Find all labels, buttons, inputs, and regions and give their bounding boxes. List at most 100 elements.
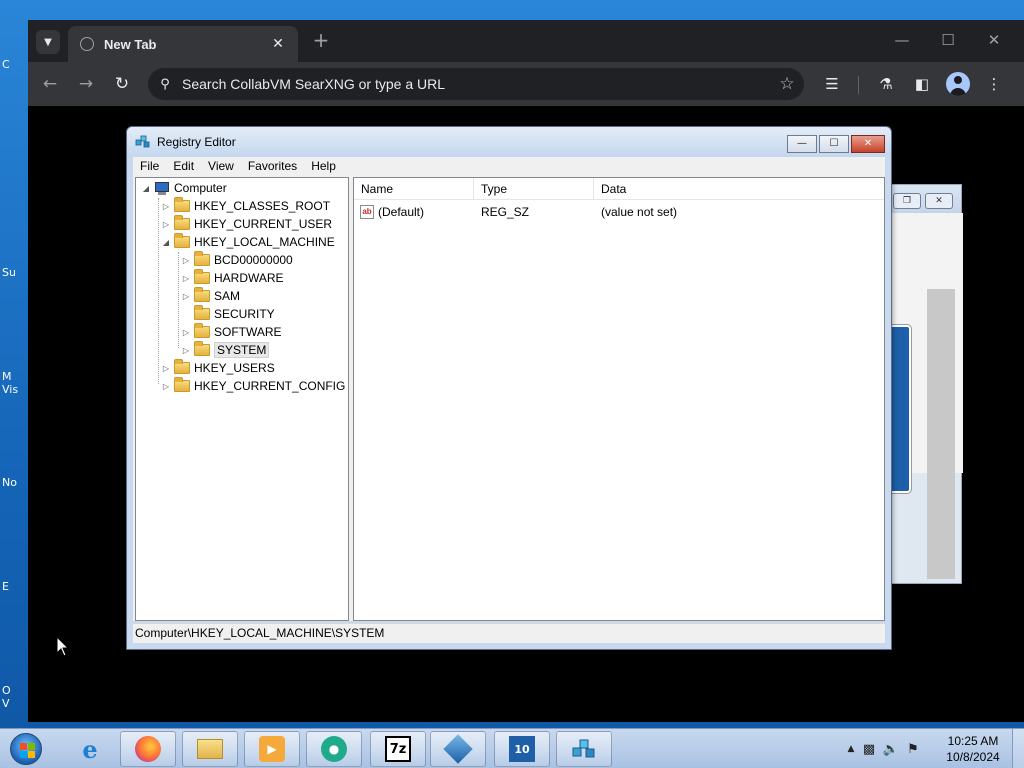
- desktop-icon-partial[interactable]: E: [2, 580, 22, 593]
- window-close-button[interactable]: ✕: [974, 28, 1014, 54]
- show-hidden-icons-icon[interactable]: ▲: [844, 744, 858, 754]
- taskbar-registry-editor[interactable]: [556, 731, 612, 767]
- column-header-name[interactable]: Name: [354, 178, 474, 199]
- column-header-data[interactable]: Data: [594, 178, 884, 199]
- new-tab-button[interactable]: +: [310, 30, 332, 52]
- tree-node-security[interactable]: SECURITY: [180, 305, 275, 323]
- clock-date: 10/8/2024: [946, 750, 1000, 764]
- tree-node-hku[interactable]: ▷ HKEY_USERS: [160, 359, 275, 377]
- tree-node-label: HARDWARE: [214, 271, 284, 285]
- forward-button[interactable]: →: [72, 70, 100, 98]
- action-center-flag-icon[interactable]: ⚑: [902, 742, 924, 757]
- expand-arrow-icon[interactable]: ▷: [180, 274, 192, 283]
- expand-arrow-icon[interactable]: ▷: [160, 364, 172, 373]
- desktop-icon-partial[interactable]: Su: [2, 266, 22, 279]
- close-icon[interactable]: ✕: [925, 193, 953, 209]
- volume-muted-icon[interactable]: 🔈: [880, 742, 902, 757]
- tree-node-label-selected: SYSTEM: [214, 342, 270, 358]
- taskbar-internet-explorer[interactable]: e: [62, 731, 118, 767]
- scrollbar[interactable]: [927, 289, 955, 579]
- column-header-type[interactable]: Type: [474, 178, 594, 199]
- restore-icon[interactable]: ❐: [893, 193, 921, 209]
- value-name: (Default): [378, 205, 425, 219]
- extensions-icon[interactable]: ☰: [820, 72, 844, 96]
- minimize-button[interactable]: —: [787, 135, 817, 153]
- menu-file[interactable]: File: [133, 159, 166, 173]
- bookmark-star-icon[interactable]: ☆: [770, 74, 804, 94]
- folder-icon: [174, 197, 190, 212]
- omnibox[interactable]: ⚲ Search CollabVM SearXNG or type a URL …: [148, 68, 804, 100]
- taskbar-media-player[interactable]: ▶: [244, 731, 300, 767]
- labs-flask-icon[interactable]: ⚗: [874, 72, 898, 96]
- menu-kebab-icon[interactable]: ⋮: [982, 72, 1006, 96]
- registry-editor-icon: [571, 736, 597, 762]
- taskbar-virtualbox[interactable]: [430, 731, 486, 767]
- collapse-arrow-icon[interactable]: ◢: [140, 184, 152, 193]
- menu-edit[interactable]: Edit: [166, 159, 201, 173]
- tree-node-hkcu[interactable]: ▷ HKEY_CURRENT_USER: [160, 215, 332, 233]
- maximize-button[interactable]: ☐: [928, 28, 968, 54]
- taskbar-clock[interactable]: 10:25 AM 10/8/2024: [938, 733, 1008, 765]
- tree-node-hkcr[interactable]: ▷ HKEY_CLASSES_ROOT: [160, 197, 330, 215]
- taskbar-firefox[interactable]: [120, 731, 176, 767]
- profile-avatar[interactable]: [946, 72, 970, 96]
- back-button[interactable]: ←: [36, 70, 64, 98]
- tree-node-computer[interactable]: ◢ Computer: [140, 179, 227, 197]
- folder-icon: [174, 233, 190, 248]
- list-item[interactable]: ab (Default) REG_SZ (value not set): [354, 202, 884, 222]
- start-button[interactable]: [6, 731, 46, 767]
- tree-node-bcd[interactable]: ▷ BCD00000000: [180, 251, 293, 269]
- network-icon[interactable]: ▩: [858, 742, 880, 757]
- close-icon[interactable]: ✕: [268, 36, 288, 52]
- taskbar-7zip[interactable]: 7z: [370, 731, 426, 767]
- menu-favorites[interactable]: Favorites: [241, 159, 304, 173]
- minimize-button[interactable]: —: [882, 28, 922, 54]
- tree-node-label: SOFTWARE: [214, 325, 282, 339]
- expand-arrow-icon[interactable]: ▷: [180, 346, 192, 355]
- tab-new-tab[interactable]: New Tab ✕: [68, 26, 298, 62]
- registry-cube-icon: [135, 134, 151, 150]
- expand-arrow-icon[interactable]: ▷: [180, 256, 192, 265]
- expand-arrow-icon[interactable]: ▷: [180, 328, 192, 337]
- taskbar-file-explorer[interactable]: [182, 731, 238, 767]
- expand-arrow-icon[interactable]: ▷: [180, 292, 192, 301]
- desktop-icon-partial[interactable]: OV: [2, 684, 22, 710]
- tree-node-software[interactable]: ▷ SOFTWARE: [180, 323, 282, 341]
- collapse-arrow-icon[interactable]: ◢: [160, 238, 172, 247]
- background-window-panel: [889, 325, 911, 493]
- tree-node-hkcc[interactable]: ▷ HKEY_CURRENT_CONFIG: [160, 377, 345, 395]
- tree-node-hardware[interactable]: ▷ HARDWARE: [180, 269, 284, 287]
- expand-arrow-icon[interactable]: ▷: [160, 382, 172, 391]
- menu-help[interactable]: Help: [304, 159, 343, 173]
- expand-arrow-icon[interactable]: ▷: [160, 220, 172, 229]
- key-tree[interactable]: ◢ Computer ▷ HKEY_CLASSES_ROOT ▷ HKEY_CU…: [135, 177, 349, 621]
- taskbar-chat-app[interactable]: ●: [306, 731, 362, 767]
- expand-arrow-icon[interactable]: ▷: [160, 202, 172, 211]
- chat-app-icon: ●: [321, 736, 347, 762]
- show-desktop-button[interactable]: [1012, 729, 1024, 768]
- tree-node-hklm[interactable]: ◢ HKEY_LOCAL_MACHINE: [160, 233, 335, 251]
- maximize-button[interactable]: ☐: [819, 135, 849, 153]
- tree-node-label: HKEY_USERS: [194, 361, 275, 375]
- desktop-icon-partial[interactable]: No: [2, 476, 22, 489]
- reload-button[interactable]: ↻: [108, 70, 136, 98]
- desktop-icon-partial[interactable]: M Vis: [2, 370, 22, 396]
- folder-icon: [194, 305, 210, 320]
- close-button[interactable]: ✕: [851, 135, 885, 153]
- desktop-icon-partial[interactable]: C: [2, 58, 22, 71]
- side-panel-icon[interactable]: ◧: [910, 72, 934, 96]
- background-window[interactable]: ❐ ✕: [888, 184, 963, 584]
- registry-editor-titlebar[interactable]: Registry Editor: [127, 127, 891, 157]
- virtualbox-icon: [443, 734, 473, 764]
- search-icon: ⚲: [160, 76, 170, 92]
- windows-logo-icon: [10, 733, 42, 765]
- status-bar-path: Computer\HKEY_LOCAL_MACHINE\SYSTEM: [133, 623, 885, 643]
- value-data: (value not set): [601, 205, 678, 219]
- tab-search-button[interactable]: ▼: [36, 30, 60, 54]
- taskbar-win10-installer[interactable]: 10: [494, 731, 550, 767]
- values-list[interactable]: Name Type Data ab (Default) REG_SZ (valu…: [353, 177, 885, 621]
- tree-node-sam[interactable]: ▷ SAM: [180, 287, 240, 305]
- menu-view[interactable]: View: [201, 159, 241, 173]
- omnibox-input[interactable]: Search CollabVM SearXNG or type a URL: [182, 76, 770, 92]
- tree-node-system[interactable]: ▷ SYSTEM: [180, 341, 270, 359]
